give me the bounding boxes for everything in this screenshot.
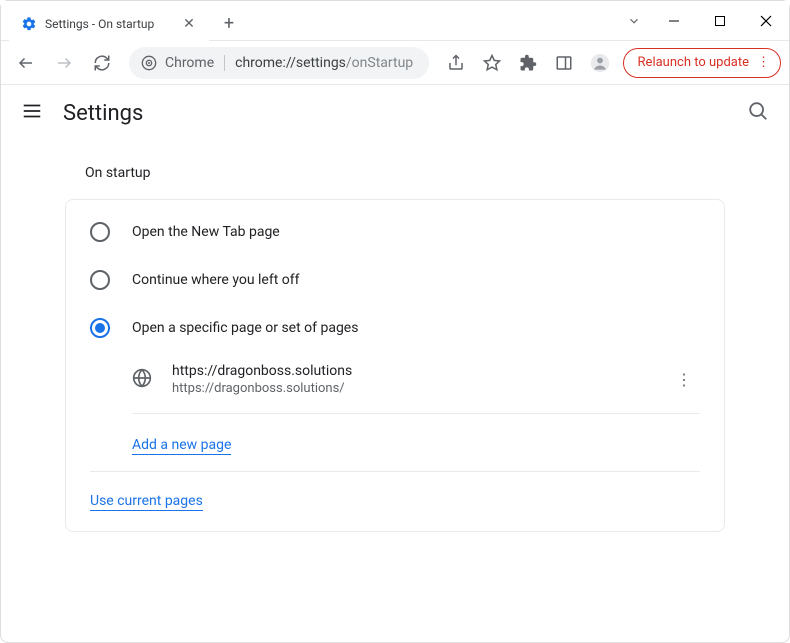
relaunch-label: Relaunch to update — [638, 55, 749, 70]
radio-unselected[interactable] — [90, 270, 110, 290]
address-bar[interactable]: Chrome chrome://settings/onStartup — [129, 47, 429, 79]
search-icon[interactable] — [747, 100, 769, 126]
option-label: Continue where you left off — [132, 272, 300, 288]
site-info-button[interactable]: Chrome — [141, 55, 214, 71]
radio-unselected[interactable] — [90, 222, 110, 242]
tab-search-button[interactable] — [617, 14, 651, 28]
minimize-button[interactable] — [651, 5, 697, 37]
page-entry-menu-icon[interactable]: ⋮ — [668, 362, 700, 397]
option-label: Open a specific page or set of pages — [132, 320, 358, 336]
window-controls — [617, 1, 789, 41]
maximize-button[interactable] — [697, 5, 743, 37]
divider — [132, 413, 700, 414]
startup-page-entry: https://dragonboss.solutions https://dra… — [66, 352, 724, 407]
close-icon[interactable]: ✕ — [181, 16, 197, 32]
window-titlebar: Settings - On startup ✕ + — [1, 1, 789, 41]
new-tab-button[interactable]: + — [215, 9, 243, 37]
add-page-row: Add a new page — [66, 420, 724, 467]
add-new-page-link[interactable]: Add a new page — [132, 437, 231, 455]
reload-button[interactable] — [85, 46, 119, 80]
more-icon[interactable]: ⋮ — [757, 55, 770, 70]
browser-toolbar: Chrome chrome://settings/onStartup Relau… — [1, 41, 789, 85]
omnibox-label: Chrome — [165, 55, 214, 71]
back-button[interactable] — [9, 46, 43, 80]
share-icon[interactable] — [439, 46, 473, 80]
bookmark-icon[interactable] — [475, 46, 509, 80]
radio-selected[interactable] — [90, 318, 110, 338]
profile-icon[interactable] — [583, 46, 617, 80]
globe-icon — [132, 368, 152, 392]
divider — [224, 55, 225, 71]
startup-options-card: Open the New Tab page Continue where you… — [65, 199, 725, 532]
settings-header: Settings — [1, 85, 789, 141]
use-current-pages-link[interactable]: Use current pages — [90, 493, 203, 511]
option-specific-pages[interactable]: Open a specific page or set of pages — [66, 304, 724, 352]
tab-title: Settings - On startup — [45, 17, 154, 31]
startup-page-title: https://dragonboss.solutions — [172, 363, 648, 379]
close-window-button[interactable] — [743, 5, 789, 37]
page-title: Settings — [63, 101, 143, 126]
gear-icon — [21, 16, 37, 32]
forward-button[interactable] — [47, 46, 81, 80]
option-new-tab[interactable]: Open the New Tab page — [66, 208, 724, 256]
option-continue[interactable]: Continue where you left off — [66, 256, 724, 304]
side-panel-icon[interactable] — [547, 46, 581, 80]
startup-page-url: https://dragonboss.solutions/ — [172, 381, 648, 396]
option-label: Open the New Tab page — [132, 224, 280, 240]
divider — [90, 471, 700, 472]
browser-tab[interactable]: Settings - On startup ✕ — [9, 7, 209, 41]
relaunch-update-button[interactable]: Relaunch to update ⋮ — [623, 48, 781, 78]
use-current-row: Use current pages — [66, 476, 724, 523]
url-text: chrome://settings/onStartup — [235, 55, 413, 71]
menu-icon[interactable] — [21, 100, 43, 126]
settings-content: On startup Open the New Tab page Continu… — [1, 141, 789, 556]
section-title: On startup — [85, 165, 725, 181]
extensions-icon[interactable] — [511, 46, 545, 80]
